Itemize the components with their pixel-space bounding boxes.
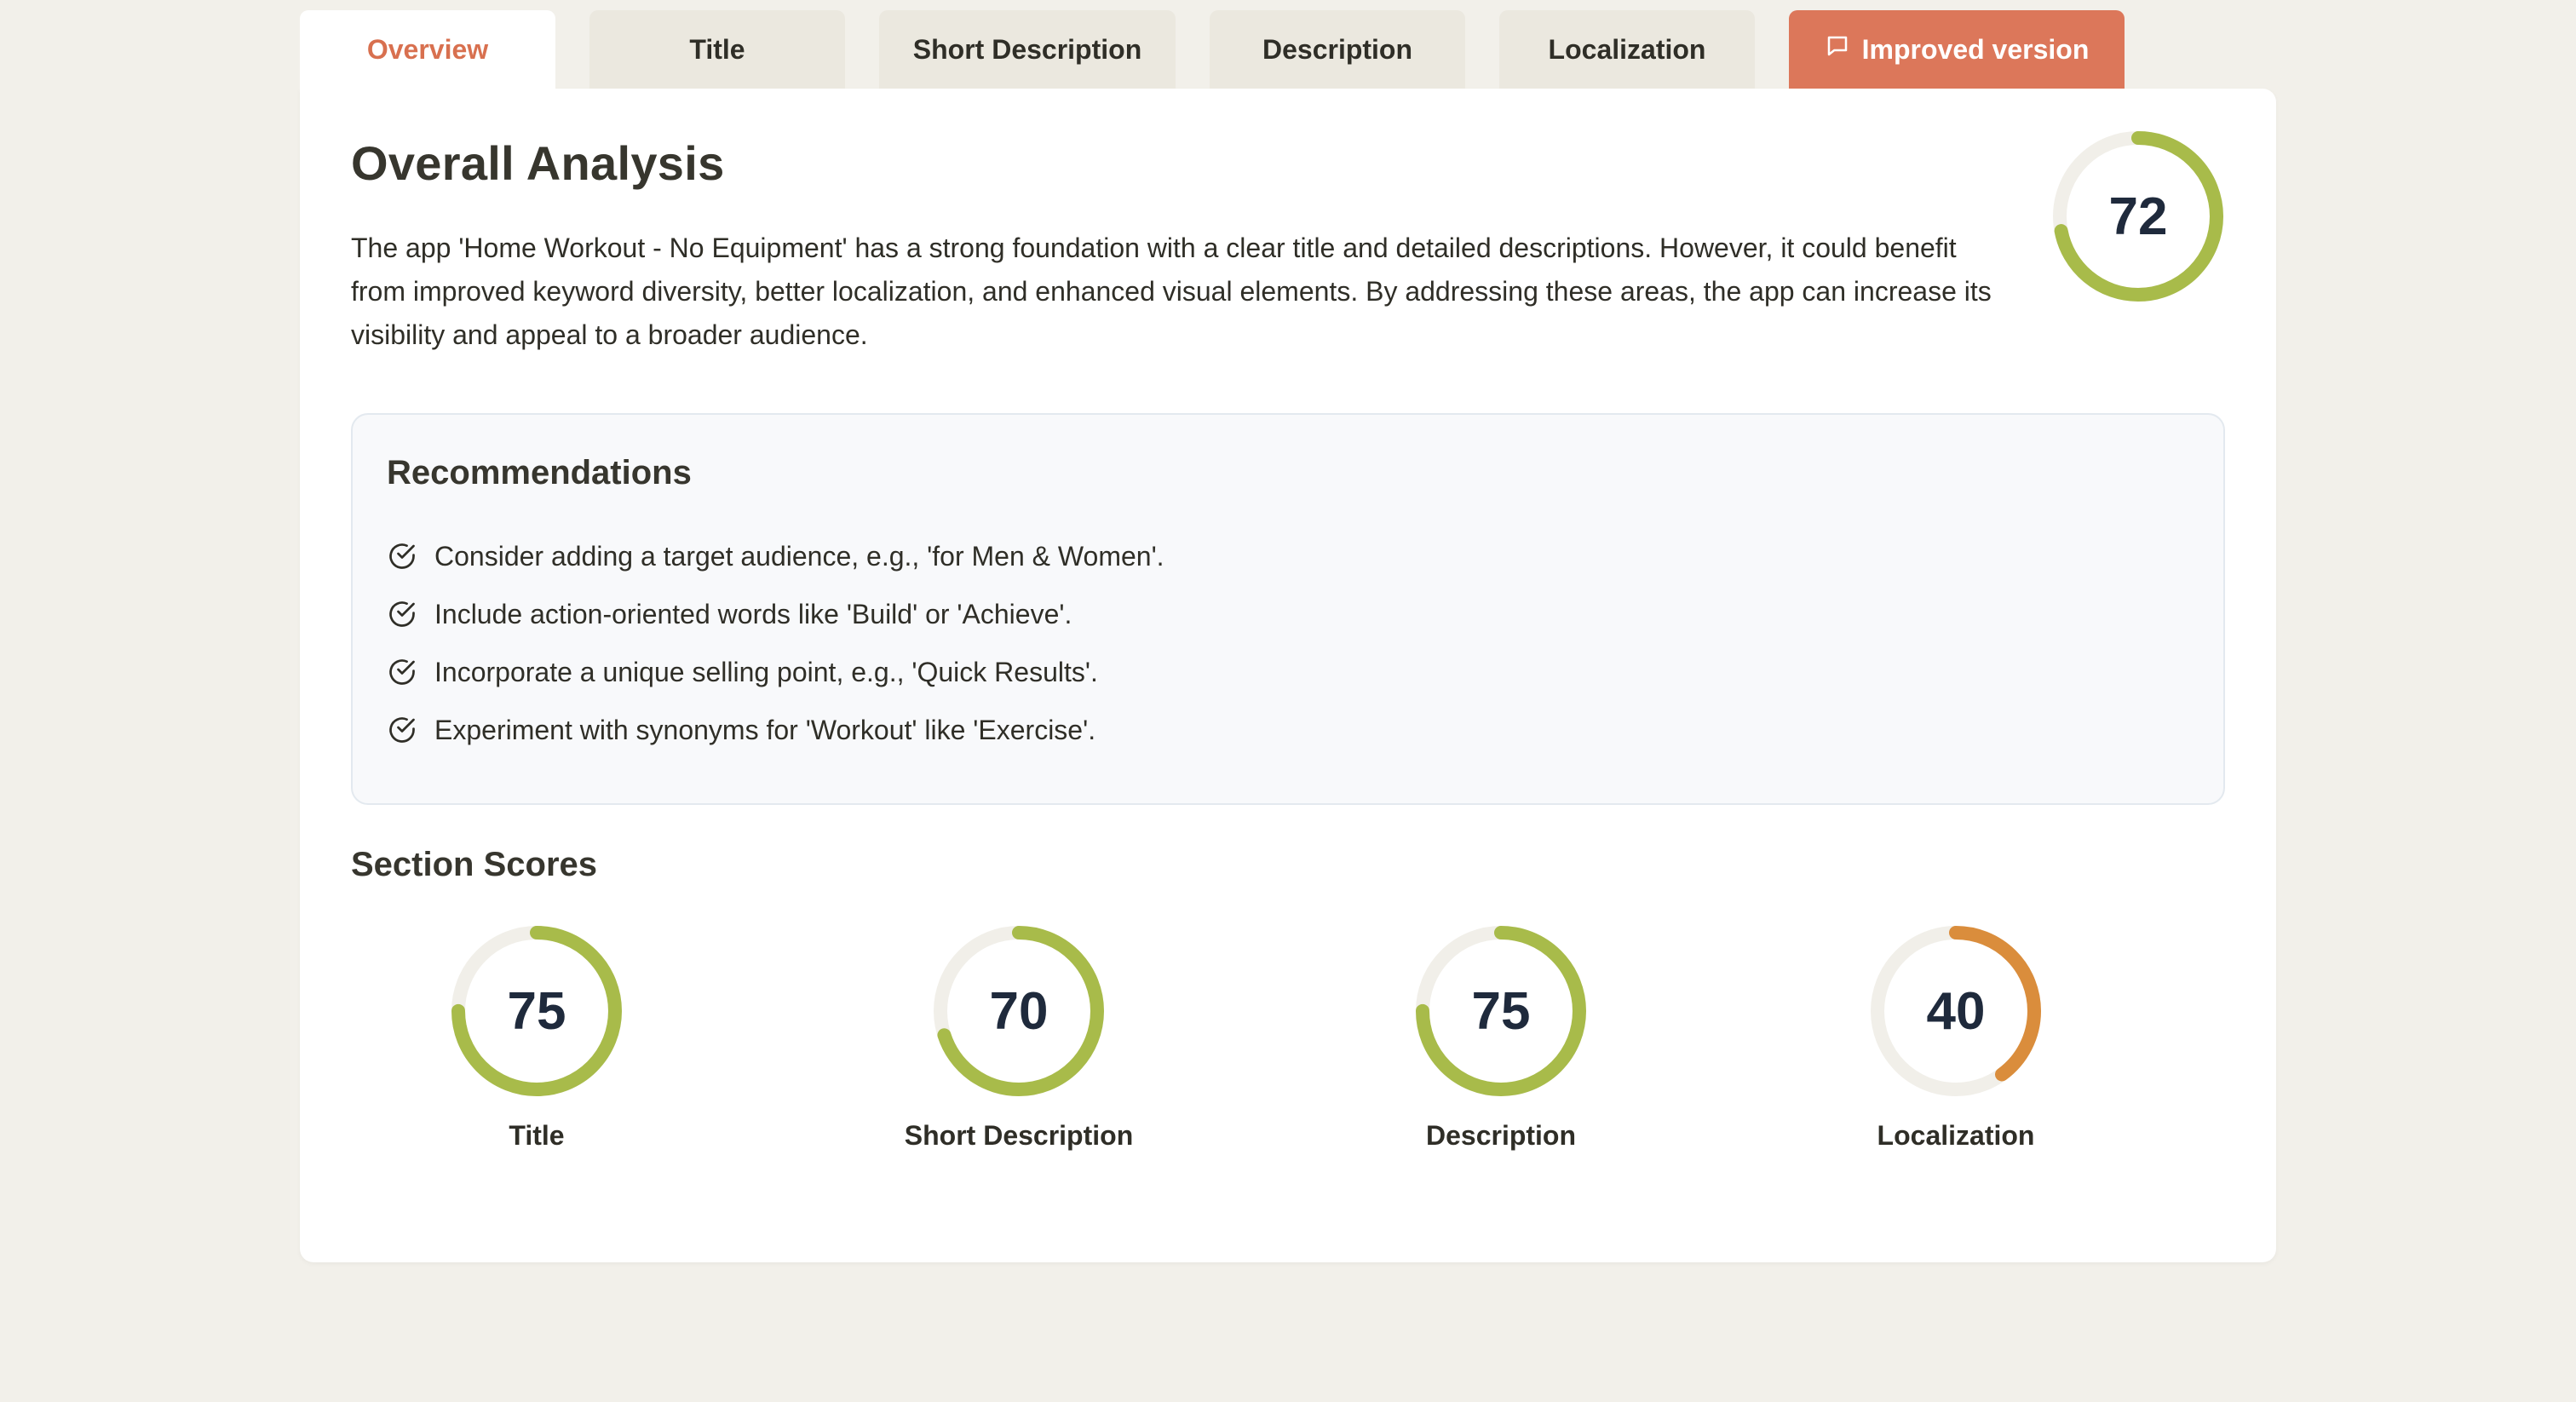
score-title: 75 Title — [366, 924, 707, 1152]
score-short-description: 70 Short Description — [848, 924, 1189, 1152]
page-title: Overall Analysis — [351, 136, 725, 190]
list-item: Incorporate a unique selling point, e.g.… — [387, 643, 2189, 701]
score-ring: 75 — [450, 924, 624, 1098]
overview-card: Overall Analysis The app 'Home Workout -… — [300, 89, 2276, 1262]
recommendation-text: Experiment with synonyms for 'Workout' l… — [434, 714, 1096, 745]
score-value: 75 — [507, 981, 566, 1041]
score-label: Title — [509, 1120, 565, 1151]
recommendation-text: Include action-oriented words like 'Buil… — [434, 598, 1072, 629]
list-item: Consider adding a target audience, e.g.,… — [387, 527, 2189, 585]
tab-short-description[interactable]: Short Description — [879, 10, 1176, 89]
chat-bubble-icon — [1825, 33, 1850, 66]
check-circle-icon — [389, 659, 415, 685]
recommendation-text: Incorporate a unique selling point, e.g.… — [434, 656, 1098, 687]
list-item: Include action-oriented words like 'Buil… — [387, 585, 2189, 643]
tab-description[interactable]: Description — [1210, 10, 1465, 89]
analysis-panel: Overview Title Short Description Descrip… — [300, 10, 2276, 1262]
tab-localization[interactable]: Localization — [1499, 10, 1755, 89]
tab-overview[interactable]: Overview — [300, 10, 555, 89]
check-circle-icon — [389, 543, 415, 569]
score-label: Localization — [1877, 1120, 2035, 1151]
recommendations-list: Consider adding a target audience, e.g.,… — [387, 527, 2189, 759]
score-label: Short Description — [904, 1120, 1134, 1151]
section-scores: 75 Title 70 Short Description 75 Descrip… — [351, 907, 2225, 1163]
score-description: 75 Description — [1331, 924, 1671, 1152]
recommendations-box: Recommendations Consider adding a target… — [351, 413, 2225, 805]
score-label: Description — [1425, 1120, 1577, 1151]
analysis-summary: The app 'Home Workout - No Equipment' ha… — [351, 233, 1992, 350]
check-circle-icon — [389, 717, 415, 743]
recommendation-text: Consider adding a target audience, e.g.,… — [434, 540, 1164, 572]
overall-score-ring: 72 — [2051, 129, 2225, 303]
score-value: 70 — [989, 981, 1049, 1041]
check-circle-icon — [389, 601, 415, 627]
improved-version-label: Improved version — [1861, 33, 2090, 65]
score-value: 75 — [1471, 981, 1531, 1041]
improved-version-button[interactable]: Improved version — [1789, 10, 2125, 89]
section-scores-title: Section Scores — [351, 846, 598, 883]
score-value: 40 — [1926, 981, 1986, 1041]
list-item: Experiment with synonyms for 'Workout' l… — [387, 701, 2189, 759]
score-ring: 70 — [932, 924, 1106, 1098]
tab-title[interactable]: Title — [589, 10, 845, 89]
score-localization: 40 Localization — [1785, 924, 2126, 1152]
score-ring: 40 — [1869, 924, 2043, 1098]
tab-bar: Overview Title Short Description Descrip… — [300, 10, 2276, 89]
recommendations-title: Recommendations — [387, 454, 692, 491]
score-ring: 75 — [1414, 924, 1588, 1098]
overall-score-value: 72 — [2108, 187, 2168, 246]
